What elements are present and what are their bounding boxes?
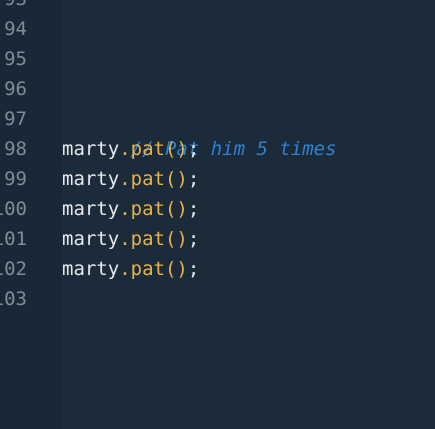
code-identifier: marty bbox=[62, 228, 120, 250]
code-semicolon: ; bbox=[187, 228, 200, 250]
code-line[interactable]: marty.pat(); bbox=[62, 194, 199, 224]
code-parens: () bbox=[164, 138, 188, 160]
code-parens: () bbox=[164, 168, 188, 190]
code-semicolon: ; bbox=[187, 168, 200, 190]
code-method: pat bbox=[130, 258, 165, 280]
code-parens: () bbox=[164, 198, 188, 220]
code-method: pat bbox=[130, 228, 165, 250]
code-method: pat bbox=[130, 138, 165, 160]
code-line[interactable]: marty.pat(); bbox=[62, 164, 199, 194]
line-number: 95 bbox=[4, 48, 27, 70]
code-dot: . bbox=[119, 138, 131, 160]
code-identifier: marty bbox=[62, 198, 120, 220]
code-text-area[interactable]: // Pat him 5 times marty.pat(); marty.pa… bbox=[62, 0, 435, 429]
code-line-comment[interactable]: // Pat him 5 times bbox=[62, 104, 337, 160]
code-identifier: marty bbox=[62, 138, 120, 160]
line-number: 94 bbox=[4, 18, 27, 40]
line-number: 103 bbox=[0, 288, 27, 310]
code-semicolon: ; bbox=[187, 138, 200, 160]
code-semicolon: ; bbox=[187, 258, 200, 280]
code-dot: . bbox=[119, 168, 131, 190]
line-number: 99 bbox=[4, 168, 27, 190]
code-line[interactable]: marty.pat(); bbox=[62, 224, 199, 254]
code-identifier: marty bbox=[62, 168, 120, 190]
line-number: 96 bbox=[4, 78, 27, 100]
code-parens: () bbox=[164, 258, 188, 280]
code-parens: () bbox=[164, 228, 188, 250]
code-dot: . bbox=[119, 228, 131, 250]
code-identifier: marty bbox=[62, 258, 120, 280]
line-number-gutter: 93 94 95 96 97 98 99 100 101 102 103 bbox=[0, 0, 62, 429]
code-editor[interactable]: 93 94 95 96 97 98 99 100 101 102 103 // … bbox=[0, 0, 435, 429]
code-method: pat bbox=[130, 168, 165, 190]
code-semicolon: ; bbox=[187, 198, 200, 220]
line-number: 97 bbox=[4, 108, 27, 130]
code-line[interactable]: marty.pat(); bbox=[62, 254, 199, 284]
line-number: 93 bbox=[4, 0, 27, 14]
code-line[interactable]: marty.pat(); bbox=[62, 134, 199, 164]
line-number: 102 bbox=[0, 258, 27, 280]
code-dot: . bbox=[119, 258, 131, 280]
code-dot: . bbox=[119, 198, 131, 220]
line-number: 100 bbox=[0, 198, 27, 220]
line-number: 101 bbox=[0, 228, 27, 250]
code-method: pat bbox=[130, 198, 165, 220]
line-number: 98 bbox=[4, 138, 27, 160]
